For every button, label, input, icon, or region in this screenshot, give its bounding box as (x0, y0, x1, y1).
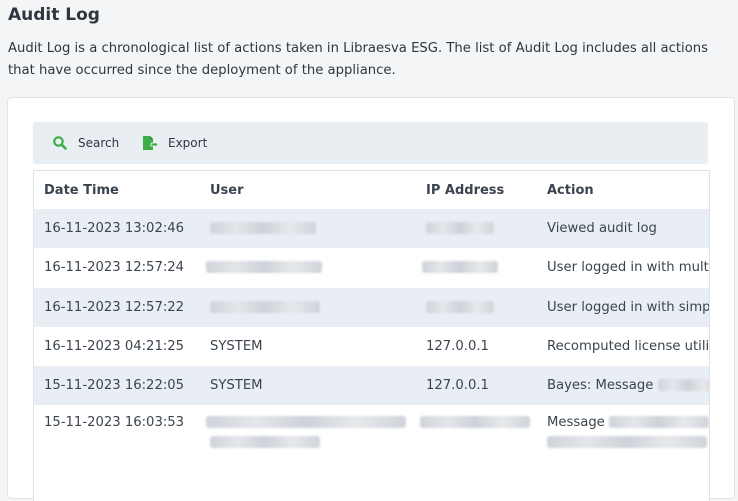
cell-user: SYSTEM (210, 339, 263, 355)
export-icon (142, 135, 159, 151)
cell-ip-redacted (416, 248, 537, 287)
table-header-row: Date Time User IP Address Action (34, 171, 709, 209)
search-button-label: Search (78, 136, 120, 150)
page-title: Audit Log (8, 5, 100, 25)
export-button[interactable]: Export (142, 122, 207, 164)
cell-datetime: 16-11-2023 13:02:46 (34, 209, 200, 249)
cell-action: Message (537, 405, 709, 473)
search-button[interactable]: Search (52, 122, 119, 164)
cell-datetime: 15-11-2023 16:03:53 (44, 415, 185, 431)
audit-log-table: Date Time User IP Address Action 16-11-2… (33, 170, 710, 501)
cell-ip-redacted (416, 287, 537, 327)
search-icon (52, 135, 68, 151)
column-header-user[interactable]: User (200, 171, 416, 209)
table-row[interactable]: 16-11-2023 04:21:25 SYSTEM 127.0.0.1 Rec… (34, 327, 710, 366)
cell-action-text: Bayes: Message (547, 378, 654, 394)
table-row[interactable]: 15-11-2023 16:22:05 SYSTEM 127.0.0.1 Bay… (34, 366, 709, 406)
export-button-label: Export (168, 136, 208, 150)
cell-action: User logged in with multi (547, 260, 710, 276)
column-header-action[interactable]: Action (537, 171, 709, 209)
cell-action: Recomputed license utiliz (547, 339, 710, 355)
table-row[interactable]: 16-11-2023 12:57:22 User logged in with … (34, 287, 709, 327)
cell-action: Bayes: Message (537, 366, 709, 406)
column-header-ip-address[interactable]: IP Address (416, 171, 537, 209)
cell-user-redacted (200, 209, 416, 249)
cell-datetime: 16-11-2023 04:21:25 (44, 339, 185, 355)
cell-action-text: Message (547, 415, 605, 431)
cell-user: SYSTEM (200, 366, 416, 406)
cell-datetime: 16-11-2023 12:57:22 (34, 287, 200, 327)
cell-action: Viewed audit log (537, 209, 709, 249)
cell-datetime: 16-11-2023 12:57:24 (44, 260, 185, 276)
cell-ip: 127.0.0.1 (416, 366, 537, 406)
table-row[interactable]: 16-11-2023 12:57:24 User logged in with … (34, 248, 710, 287)
table-row[interactable]: 16-11-2023 13:02:46 Viewed audit log (34, 209, 709, 249)
cell-action: User logged in with simp (537, 287, 709, 327)
cell-user-redacted (200, 405, 416, 473)
cell-ip-redacted (416, 405, 537, 473)
cell-ip-redacted (416, 209, 537, 249)
toolbar: Search Export (33, 122, 708, 164)
page-description: Audit Log is a chronological list of act… (8, 41, 708, 78)
cell-datetime: 15-11-2023 16:22:05 (34, 366, 200, 406)
table-row[interactable]: 15-11-2023 16:03:53 Message (34, 405, 709, 473)
column-header-date-time[interactable]: Date Time (34, 171, 200, 209)
cell-ip: 127.0.0.1 (426, 339, 489, 355)
audit-log-panel: Search Export Date Time User IP Address (7, 97, 735, 501)
cell-user-redacted (200, 248, 416, 287)
cell-user-redacted (200, 287, 416, 327)
